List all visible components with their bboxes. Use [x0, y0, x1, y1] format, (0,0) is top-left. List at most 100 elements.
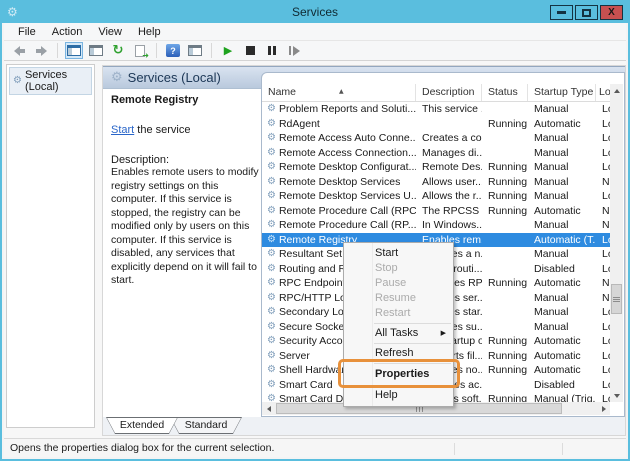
properties-window-icon: [89, 45, 103, 56]
close-button[interactable]: X: [600, 5, 623, 20]
title-bar[interactable]: ⚙ Services X: [2, 2, 628, 23]
startup-type-cell: Manual: [528, 218, 596, 233]
status-cell: [482, 320, 528, 335]
column-header-status[interactable]: Status: [482, 84, 528, 101]
table-row[interactable]: ⚙Remote Desktop Configurat...Remote Des.…: [262, 160, 610, 175]
restart-service-icon: [289, 46, 300, 56]
startup-type-cell: Disabled: [528, 262, 596, 277]
refresh-button[interactable]: ↻: [109, 42, 127, 59]
startup-type-cell: Automatic: [528, 276, 596, 291]
vertical-scroll-thumb[interactable]: [611, 284, 622, 314]
minimize-button[interactable]: [550, 5, 573, 20]
scroll-down-icon[interactable]: [610, 389, 623, 402]
banner-gear-icon: ⚙: [111, 73, 123, 83]
context-menu-item-start[interactable]: Start: [344, 246, 453, 261]
column-header-log-on-as[interactable]: Log: [596, 84, 610, 101]
service-gear-icon: ⚙: [267, 104, 276, 114]
start-service-link[interactable]: Start: [111, 124, 134, 136]
service-gear-icon: ⚙: [267, 351, 276, 361]
table-row[interactable]: ⚙Remote Desktop ServicesAllows user...Ru…: [262, 175, 610, 190]
service-name: Remote Desktop Services U...: [279, 189, 416, 204]
tab-standard[interactable]: Standard: [170, 417, 242, 434]
table-row[interactable]: ⚙Problem Reports and Soluti...This servi…: [262, 102, 610, 117]
menu-file[interactable]: File: [10, 24, 44, 40]
status-cell: Running: [482, 349, 528, 364]
tab-extended[interactable]: Extended: [106, 417, 178, 434]
service-gear-icon: ⚙: [267, 336, 276, 346]
table-row[interactable]: ⚙Remote Access Connection...Manages di..…: [262, 146, 610, 161]
service-gear-icon: ⚙: [267, 191, 276, 201]
startup-type-cell: Manual: [528, 320, 596, 335]
action-suffix: the service: [134, 124, 190, 136]
table-row[interactable]: ⚙Remote Procedure Call (RP...In Windows.…: [262, 218, 610, 233]
start-service-button[interactable]: ▶: [219, 42, 237, 59]
service-name: Remote Desktop Configurat...: [279, 160, 416, 175]
service-gear-icon: ⚙: [267, 278, 276, 288]
log-on-as-cell: Loc: [596, 131, 610, 146]
vertical-scrollbar[interactable]: [610, 84, 623, 402]
service-gear-icon: ⚙: [267, 235, 276, 245]
service-gear-icon: ⚙: [267, 322, 276, 332]
service-gear-icon: ⚙: [267, 177, 276, 187]
status-cell: [482, 262, 528, 277]
log-on-as-cell: Loc: [596, 146, 610, 161]
context-menu-item-stop: Stop: [344, 261, 453, 276]
menu-separator: [374, 343, 451, 344]
back-button[interactable]: [10, 42, 28, 59]
log-on-as-cell: Loc: [596, 349, 610, 364]
help-icon: ?: [166, 44, 180, 57]
status-cell: Running: [482, 276, 528, 291]
service-gear-icon: ⚙: [267, 249, 276, 259]
table-row[interactable]: ⚙Remote Access Auto Conne...Creates a co…: [262, 131, 610, 146]
menu-help[interactable]: Help: [130, 24, 169, 40]
show-action-pane-icon: [188, 45, 202, 56]
menu-view[interactable]: View: [90, 24, 130, 40]
scroll-right-icon[interactable]: [597, 402, 610, 415]
log-on-as-cell: Loc: [596, 117, 610, 132]
log-on-as-cell: Loc: [596, 247, 610, 262]
help-button[interactable]: ?: [164, 42, 182, 59]
pause-service-button[interactable]: [263, 42, 281, 59]
restart-service-button[interactable]: [285, 42, 303, 59]
forward-button[interactable]: [32, 42, 50, 59]
show-console-tree-button[interactable]: [65, 42, 83, 59]
scroll-up-icon[interactable]: [610, 84, 623, 97]
show-action-pane-button[interactable]: [186, 42, 204, 59]
description-cell: The RPCSS ...: [416, 204, 482, 219]
toolbar-separator: [57, 43, 58, 58]
stop-service-button[interactable]: [241, 42, 259, 59]
service-gear-icon: ⚙: [267, 119, 276, 129]
log-on-as-cell: Loc: [596, 233, 610, 248]
context-menu-item-all-tasks[interactable]: All Tasks▶: [344, 326, 453, 341]
name-cell: ⚙Problem Reports and Soluti...: [262, 102, 416, 117]
menu-bar: File Action View Help: [4, 23, 626, 41]
service-action-line: Start the service: [111, 124, 263, 136]
status-cell: [482, 378, 528, 393]
startup-type-cell: Manual: [528, 146, 596, 161]
maximize-icon: [582, 9, 591, 17]
tree-item-services-local[interactable]: ⚙ Services (Local): [9, 67, 92, 95]
name-cell: ⚙Remote Desktop Services U...: [262, 189, 416, 204]
status-cell: Running: [482, 334, 528, 349]
context-menu-item-help[interactable]: Help: [344, 388, 453, 403]
log-on-as-cell: Loc: [596, 262, 610, 277]
table-row[interactable]: ⚙RdAgentRunningAutomaticLoc: [262, 117, 610, 132]
table-row[interactable]: ⚙Remote Procedure Call (RPC)The RPCSS ..…: [262, 204, 610, 219]
description-cell: This service ...: [416, 102, 482, 117]
column-header-name[interactable]: Name▲: [262, 84, 416, 101]
log-on-as-cell: Loc: [596, 102, 610, 117]
service-name: Remote Access Auto Conne...: [279, 131, 416, 146]
table-header: Name▲ Description Status Startup Type Lo…: [262, 84, 610, 102]
maximize-button[interactable]: [575, 5, 598, 20]
menu-action[interactable]: Action: [44, 24, 91, 40]
status-cell: [482, 218, 528, 233]
toolbar-separator: [156, 43, 157, 58]
column-header-description[interactable]: Description: [416, 84, 482, 101]
log-on-as-cell: Loc: [596, 160, 610, 175]
log-on-as-cell: Net: [596, 291, 610, 306]
table-row[interactable]: ⚙Remote Desktop Services U...Allows the …: [262, 189, 610, 204]
properties-toolbar-button[interactable]: [87, 42, 105, 59]
column-header-startup-type[interactable]: Startup Type: [528, 84, 596, 101]
scroll-left-icon[interactable]: [262, 402, 275, 415]
export-list-button[interactable]: [131, 42, 149, 59]
